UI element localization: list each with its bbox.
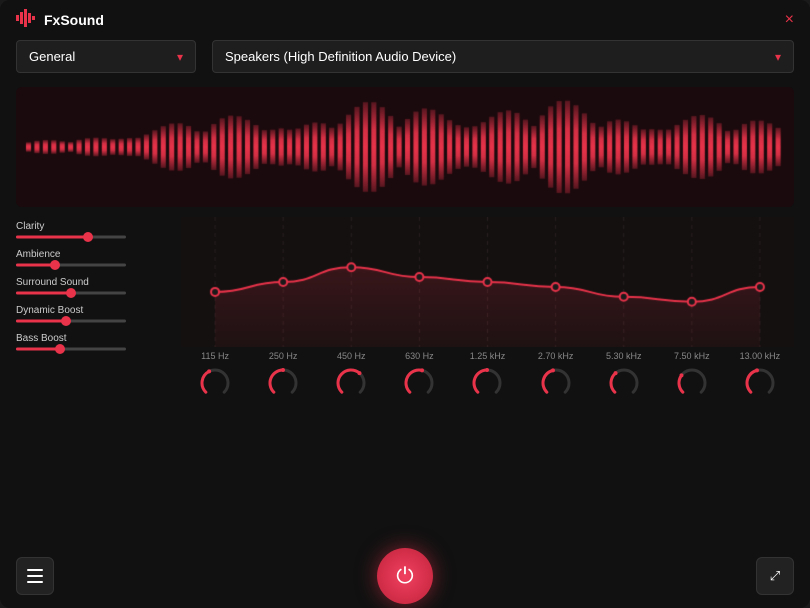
- dropdowns-row: General ▾ Speakers (High Definition Audi…: [16, 40, 794, 73]
- eq-canvas: [181, 217, 794, 347]
- slider-fill-3: [16, 320, 66, 323]
- power-icon: ⏻: [396, 563, 413, 589]
- app-logo: FxSound: [16, 9, 104, 32]
- slider-fill-0: [16, 236, 88, 239]
- eq-knob-0[interactable]: [197, 365, 233, 401]
- eq-knobs-row: [181, 363, 794, 403]
- slider-label-2: Surround Sound: [16, 277, 171, 288]
- slider-item-clarity: Clarity: [16, 221, 171, 239]
- eq-label-2: 450 Hz: [326, 351, 376, 361]
- device-label: Speakers (High Definition Audio Device): [225, 49, 456, 64]
- eq-knob-5[interactable]: [538, 365, 574, 401]
- slider-label-3: Dynamic Boost: [16, 305, 171, 316]
- slider-track-3[interactable]: [16, 319, 126, 323]
- slider-thumb-0[interactable]: [83, 232, 93, 242]
- preset-dropdown[interactable]: General ▾: [16, 40, 196, 73]
- slider-thumb-4[interactable]: [55, 344, 65, 354]
- slider-item-dynamic-boost: Dynamic Boost: [16, 305, 171, 323]
- controls-section: Clarity Ambience Surround Sound Dynamic …: [16, 217, 794, 532]
- slider-item-ambience: Ambience: [16, 249, 171, 267]
- expand-button[interactable]: ⤢: [756, 557, 794, 595]
- device-dropdown[interactable]: Speakers (High Definition Audio Device) …: [212, 40, 794, 73]
- slider-track-1[interactable]: [16, 263, 126, 267]
- slider-label-4: Bass Boost: [16, 333, 171, 344]
- waveform-container: [16, 87, 794, 207]
- slider-track-0[interactable]: [16, 235, 126, 239]
- close-button[interactable]: ×: [785, 11, 794, 29]
- sliders-panel: Clarity Ambience Surround Sound Dynamic …: [16, 217, 171, 532]
- slider-thumb-1[interactable]: [50, 260, 60, 270]
- eq-label-1: 250 Hz: [258, 351, 308, 361]
- eq-panel: 115 Hz 250 Hz 450 Hz 630 Hz 1.25 kHz 2.70 kHz…: [181, 217, 794, 532]
- menu-button[interactable]: [16, 557, 54, 595]
- slider-fill-4: [16, 348, 60, 351]
- slider-fill-2: [16, 292, 71, 295]
- eq-label-7: 7.50 kHz: [667, 351, 717, 361]
- slider-track-2[interactable]: [16, 291, 126, 295]
- main-content: General ▾ Speakers (High Definition Audi…: [0, 40, 810, 544]
- menu-line-3: [27, 581, 43, 583]
- logo-icon: [16, 9, 38, 32]
- slider-thumb-3[interactable]: [61, 316, 71, 326]
- slider-label-0: Clarity: [16, 221, 171, 232]
- eq-knob-8[interactable]: [742, 365, 778, 401]
- eq-label-6: 5.30 kHz: [599, 351, 649, 361]
- title-bar: FxSound ×: [0, 0, 810, 40]
- preset-arrow: ▾: [177, 50, 183, 64]
- eq-label-0: 115 Hz: [190, 351, 240, 361]
- waveform-canvas: [16, 87, 794, 207]
- slider-item-surround-sound: Surround Sound: [16, 277, 171, 295]
- app-window: FxSound × General ▾ Speakers (High Defin…: [0, 0, 810, 608]
- expand-icon: ⤢: [770, 568, 780, 584]
- menu-line-2: [27, 575, 43, 577]
- eq-knob-2[interactable]: [333, 365, 369, 401]
- eq-label-5: 2.70 kHz: [531, 351, 581, 361]
- eq-label-4: 1.25 kHz: [462, 351, 512, 361]
- eq-knob-6[interactable]: [606, 365, 642, 401]
- power-button[interactable]: ⏻: [377, 548, 433, 604]
- bottom-bar: ⏻ ⤢: [0, 544, 810, 608]
- device-arrow: ▾: [775, 50, 781, 64]
- slider-item-bass-boost: Bass Boost: [16, 333, 171, 351]
- eq-label-8: 13.00 kHz: [735, 351, 785, 361]
- slider-track-4[interactable]: [16, 347, 126, 351]
- slider-label-1: Ambience: [16, 249, 171, 260]
- eq-knob-7[interactable]: [674, 365, 710, 401]
- eq-label-3: 630 Hz: [394, 351, 444, 361]
- eq-knob-1[interactable]: [265, 365, 301, 401]
- app-title: FxSound: [44, 12, 104, 28]
- eq-knob-4[interactable]: [469, 365, 505, 401]
- menu-line-1: [27, 569, 43, 571]
- slider-thumb-2[interactable]: [66, 288, 76, 298]
- eq-knob-3[interactable]: [401, 365, 437, 401]
- eq-labels-row: 115 Hz 250 Hz 450 Hz 630 Hz 1.25 kHz 2.70 kHz…: [181, 347, 794, 363]
- preset-label: General: [29, 49, 75, 64]
